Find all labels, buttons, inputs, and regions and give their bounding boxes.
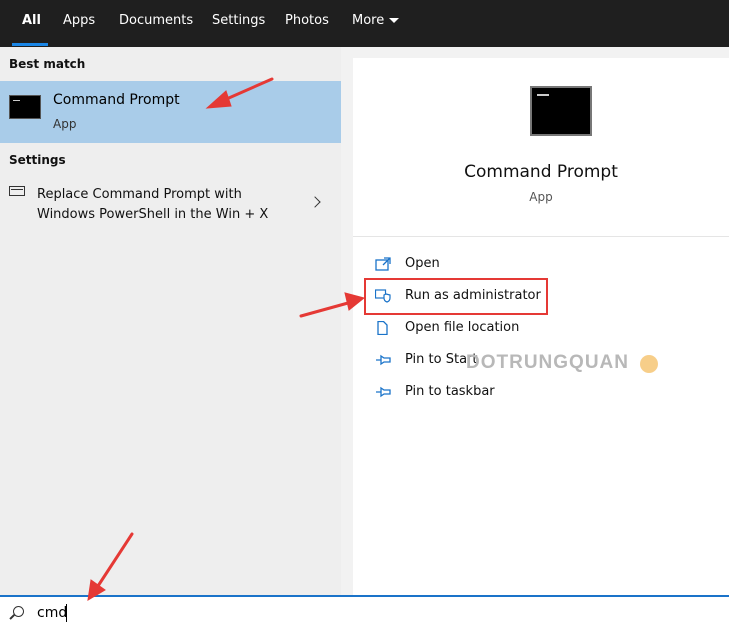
tab-photos[interactable]: Photos [285,13,329,28]
detail-pane: Command Prompt App Open Run as administr… [353,58,729,595]
detail-title: Command Prompt [464,162,618,182]
monitor-icon [9,186,25,196]
watermark-logo [640,355,658,373]
chevron-down-icon[interactable] [389,18,399,23]
tab-documents[interactable]: Documents [119,13,193,28]
best-match-item[interactable] [0,81,341,143]
pin-icon [376,354,391,366]
search-icon [13,606,24,617]
detail-header: Command Prompt App [353,58,729,237]
search-filter-bar: All Apps Documents Settings Photos More [0,0,729,47]
detail-subtitle: App [529,190,553,204]
command-prompt-large-icon [530,86,592,136]
settings-header: Settings [9,153,66,167]
tab-apps[interactable]: Apps [63,13,95,28]
action-label: Open file location [405,320,520,335]
settings-item-line2: Windows PowerShell in the Win + X [37,207,269,222]
active-tab-indicator [12,43,48,46]
action-label: Open [405,256,440,271]
best-match-subtitle: App [53,117,77,131]
file-icon [377,321,388,335]
best-match-title: Command Prompt [53,92,180,108]
settings-item-label: Replace Command Prompt with Windows Powe… [37,185,297,225]
command-prompt-icon [9,95,41,119]
best-match-header: Best match [9,57,86,71]
tab-more[interactable]: More [352,13,384,28]
text-cursor [66,604,67,622]
pin-icon [376,386,391,398]
search-input[interactable] [37,605,337,621]
open-icon [375,257,391,271]
tab-all[interactable]: All [22,13,41,28]
highlight-box [364,278,548,315]
action-label: Pin to taskbar [405,384,495,399]
settings-item-line1: Replace Command Prompt with [37,187,242,202]
watermark-text: DOTRUNGQUAN [466,352,629,373]
tab-settings[interactable]: Settings [212,13,265,28]
